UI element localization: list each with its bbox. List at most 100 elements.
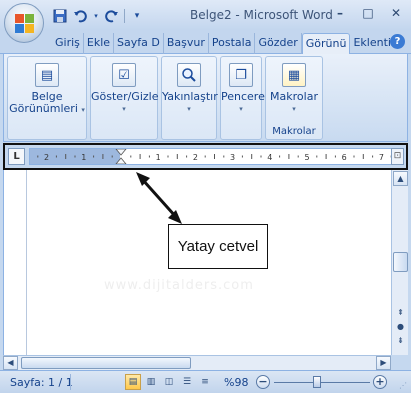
scroll-up-arrow-icon[interactable]: ▲	[393, 171, 408, 186]
close-button[interactable]: ✕	[387, 4, 405, 22]
document-views-icon: ▤	[35, 63, 59, 87]
hanging-indent-marker[interactable]	[115, 157, 127, 164]
ruler-tick	[334, 155, 336, 158]
ruler-ticks: 2 1 1 2 3 4 5 6 7	[37, 149, 392, 164]
ruler-tick	[241, 155, 243, 158]
ruler-tick	[288, 154, 290, 159]
ribbon-group-show-hide: ☑ Göster/Gizle ▾	[90, 56, 158, 140]
minimize-button[interactable]: –	[331, 4, 349, 22]
ruler-tick	[186, 155, 188, 158]
office-button[interactable]	[4, 3, 44, 43]
undo-icon[interactable]	[72, 8, 88, 24]
ruler-tick	[111, 155, 113, 158]
tab-sayfa-duzeni[interactable]: Sayfa D	[114, 33, 164, 54]
tab-giris[interactable]: Giriş	[52, 33, 84, 54]
ruler-number: 2	[44, 153, 49, 162]
ruler-number: 5	[304, 153, 309, 162]
magnifier-icon	[177, 63, 201, 87]
ribbon-group-zoom: Yakınlaştır ▾	[161, 56, 218, 140]
ruler-tick	[176, 154, 178, 159]
window-button[interactable]: ❐ Pencere ▾	[221, 57, 265, 127]
print-layout-view-icon[interactable]: ▤	[125, 374, 141, 390]
ruler-tick	[167, 155, 169, 158]
save-icon[interactable]	[52, 8, 68, 24]
scroll-right-arrow-icon[interactable]: ▶	[376, 356, 391, 370]
zoom-level-label[interactable]: %98	[224, 376, 248, 389]
window-title: Belge2 - Microsoft Word	[190, 8, 333, 22]
zoom-label: Yakınlaştır	[162, 90, 218, 103]
office-logo-icon	[15, 14, 35, 34]
ruler-tick	[130, 155, 132, 158]
zoom-button[interactable]: Yakınlaştır ▾	[162, 57, 218, 127]
tab-eklentiler[interactable]: Eklenti	[350, 33, 394, 54]
ribbon-group-macros: ▦ Makrolar ▾ Makrolar	[265, 56, 323, 140]
tab-selector-button[interactable]: L	[8, 148, 25, 165]
draft-view-icon[interactable]: ≡	[197, 374, 213, 390]
view-ruler-icon[interactable]: ⊡	[391, 148, 404, 165]
resize-grip-icon[interactable]: ⋰	[399, 381, 409, 391]
zoom-slider-thumb[interactable]	[313, 376, 321, 388]
ruler-tick	[297, 155, 299, 158]
ruler-number: 7	[379, 153, 384, 162]
vertical-scroll-thumb[interactable]	[393, 252, 408, 272]
dropdown-caret-icon: ▾	[81, 106, 85, 114]
tab-gorunum[interactable]: Görünü	[301, 33, 351, 54]
tab-gozden-gecir[interactable]: Gözder	[255, 33, 302, 54]
qat-separator	[124, 9, 125, 23]
ruler-number: 1	[81, 153, 86, 162]
horizontal-scroll-thumb[interactable]	[21, 357, 191, 369]
tab-ekle[interactable]: Ekle	[84, 33, 115, 54]
ruler-tick	[55, 155, 57, 158]
browse-object-icon[interactable]: ●	[393, 320, 408, 333]
horizontal-scrollbar[interactable]: ◀ ▶	[3, 355, 391, 370]
ruler-tick	[223, 155, 225, 158]
ruler-tick	[93, 155, 95, 158]
ruler-number: 3	[230, 153, 235, 162]
ruler-tick	[148, 155, 150, 158]
page-count-status[interactable]: Sayfa: 1 / 1	[10, 376, 73, 389]
ruler-tick	[65, 154, 67, 159]
maximize-button[interactable]: □	[359, 4, 377, 22]
ruler-number: 6	[342, 153, 347, 162]
outline-view-icon[interactable]: ☰	[179, 374, 195, 390]
zoom-out-icon[interactable]: −	[256, 375, 270, 389]
undo-dropdown-icon[interactable]: ▾	[92, 8, 100, 24]
ruler-tick	[204, 155, 206, 158]
ruler-number: 4	[267, 153, 272, 162]
status-bar: Sayfa: 1 / 1 ▤ ▥ ◫ ☰ ≡ %98 − + ⋰	[0, 370, 411, 393]
tab-postalar[interactable]: Postala	[209, 33, 256, 54]
title-bar: ▾ ▾ Belge2 - Microsoft Word – □ ✕	[0, 0, 411, 30]
full-screen-reading-view-icon[interactable]: ▥	[143, 374, 159, 390]
ruler-tick	[372, 155, 374, 158]
horizontal-ruler[interactable]: 2 1 1 2 3 4 5 6 7	[29, 148, 395, 165]
ribbon-group-window: ❐ Pencere ▾	[220, 56, 265, 140]
customize-qat-icon[interactable]: ▾	[129, 8, 145, 24]
next-page-icon[interactable]: ⇟	[393, 334, 408, 347]
ruler-tick	[353, 155, 355, 158]
ruler-tick	[102, 154, 104, 159]
macros-button[interactable]: ▦ Makrolar ▾	[266, 57, 322, 127]
document-views-button[interactable]: ▤ Belge Görünümleri ▾	[8, 57, 86, 127]
vertical-scrollbar[interactable]: ▲ ⇞ ● ⇟	[391, 170, 408, 355]
ruler-tick	[279, 155, 281, 158]
scroll-left-arrow-icon[interactable]: ◀	[3, 356, 18, 370]
web-layout-view-icon[interactable]: ◫	[161, 374, 177, 390]
ribbon-tabs-bar: Giriş Ekle Sayfa D Başvur Postala Gözder…	[0, 30, 411, 54]
window-label: Pencere	[221, 90, 265, 103]
tab-basvurular[interactable]: Başvur	[164, 33, 209, 54]
ribbon-tabs: Giriş Ekle Sayfa D Başvur Postala Gözder…	[52, 33, 394, 54]
zoom-slider-track[interactable]	[274, 382, 370, 383]
help-icon[interactable]: ?	[390, 34, 405, 49]
show-hide-button[interactable]: ☑ Göster/Gizle ▾	[91, 57, 158, 127]
ruler-tick	[260, 155, 262, 158]
previous-page-icon[interactable]: ⇞	[393, 306, 408, 319]
macros-group-label: Makrolar	[272, 126, 316, 137]
ruler-number: 2	[193, 153, 198, 162]
ruler-number: 1	[156, 153, 161, 162]
ruler-tick	[362, 154, 364, 159]
quick-access-toolbar: ▾ ▾	[52, 7, 145, 25]
first-line-indent-marker[interactable]	[115, 149, 127, 156]
redo-icon[interactable]	[104, 8, 120, 24]
window-controls: – □ ✕	[331, 4, 405, 22]
zoom-in-icon[interactable]: +	[373, 375, 387, 389]
